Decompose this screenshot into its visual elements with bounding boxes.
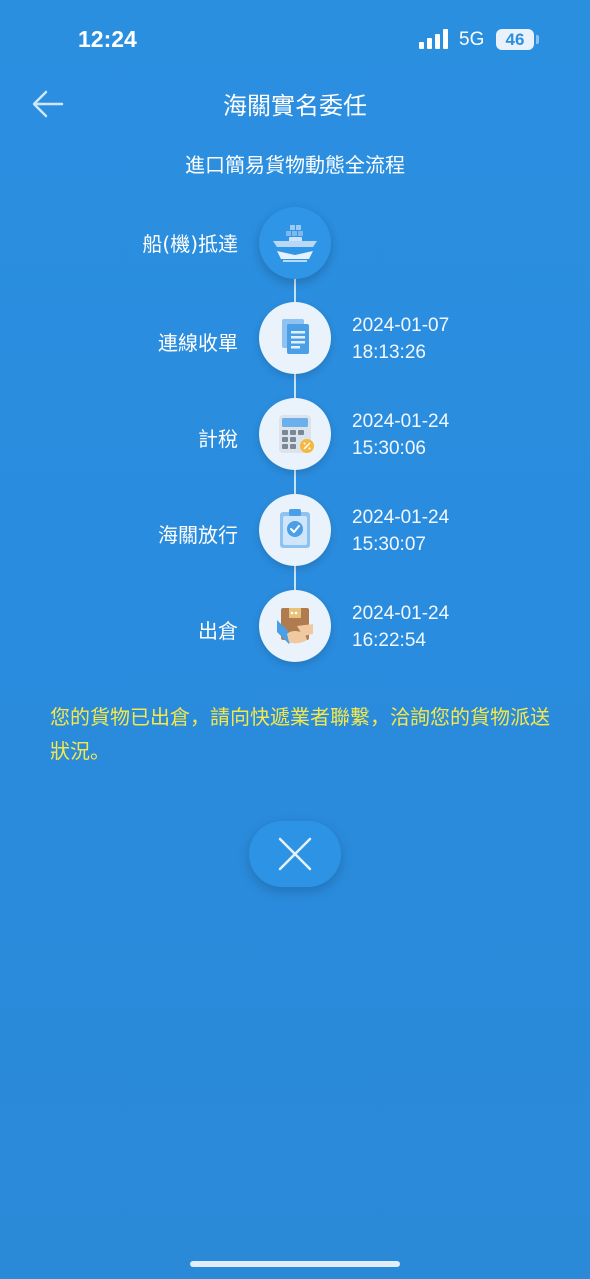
step-date: 2024-01-07 bbox=[352, 315, 450, 336]
step-time: 18:13:26 bbox=[352, 342, 426, 363]
step-timestamp-exit: 2024-01-24 16:22:54 bbox=[352, 600, 449, 654]
close-button[interactable] bbox=[249, 821, 341, 887]
step-label-tax: 計稅 bbox=[198, 427, 238, 451]
status-notice: 您的貨物已出倉，請向快遞業者聯繫，洽詢您的貨物派送狀況。 bbox=[50, 705, 550, 763]
step-time: 15:30:07 bbox=[352, 534, 426, 555]
step-timestamp-release: 2024-01-24 15:30:07 bbox=[352, 504, 449, 558]
step-release bbox=[259, 494, 331, 566]
home-indicator[interactable] bbox=[190, 1261, 400, 1267]
status-bar: 12:24 5G 46 bbox=[0, 0, 590, 80]
step-date: 2024-01-24 bbox=[352, 411, 450, 432]
document-icon bbox=[282, 319, 309, 354]
step-time: 16:22:54 bbox=[352, 630, 426, 651]
close-icon bbox=[278, 837, 312, 871]
flow-subtitle: 進口簡易貨物動態全流程 bbox=[185, 153, 405, 177]
step-receipt bbox=[259, 302, 331, 374]
step-timestamp-receipt: 2024-01-07 18:13:26 bbox=[352, 312, 449, 366]
step-tax bbox=[259, 398, 331, 470]
battery-cap bbox=[536, 35, 539, 44]
ship-plane-icon bbox=[273, 225, 317, 262]
cellular-signal-icon bbox=[419, 29, 448, 49]
page-title: 海關實名委任 bbox=[223, 92, 367, 120]
step-timestamp-tax: 2024-01-24 15:30:06 bbox=[352, 408, 449, 462]
step-date: 2024-01-24 bbox=[352, 507, 450, 528]
step-label-exit: 出倉 bbox=[198, 619, 238, 643]
network-type: 5G bbox=[459, 29, 485, 50]
status-time: 12:24 bbox=[78, 26, 137, 52]
battery-indicator: 46 bbox=[496, 29, 534, 50]
step-time: 15:30:06 bbox=[352, 438, 426, 459]
step-label-release: 海關放行 bbox=[158, 523, 238, 547]
step-label-arrival: 船(機)抵達 bbox=[142, 232, 238, 256]
step-label-receipt: 連線收單 bbox=[158, 331, 238, 355]
step-exit bbox=[259, 590, 331, 662]
step-date: 2024-01-24 bbox=[352, 603, 450, 624]
package-handover-icon bbox=[277, 608, 313, 644]
clipboard-check-icon bbox=[280, 509, 310, 548]
step-arrival bbox=[259, 207, 331, 279]
calculator-icon bbox=[279, 415, 314, 453]
